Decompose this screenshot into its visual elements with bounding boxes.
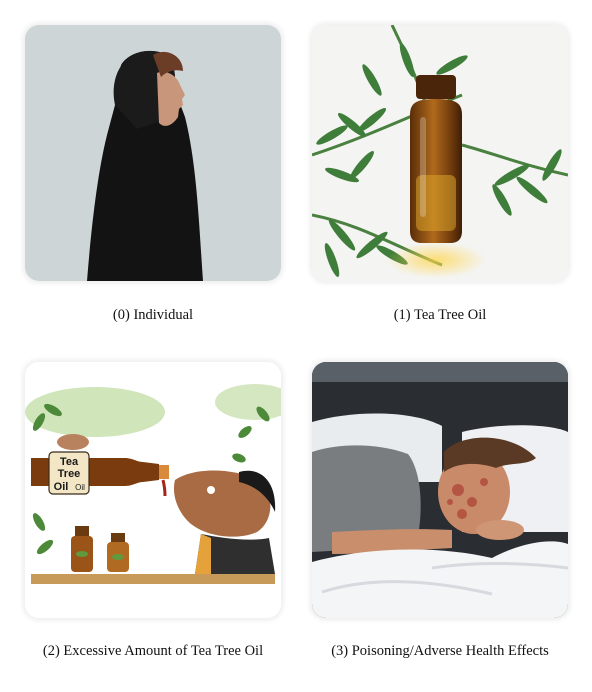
caption-individual: (0) Individual	[112, 307, 194, 323]
bottle-label-oil: Oil	[54, 481, 69, 493]
drinking-oil-cartoon: Tea Tree Oil Oil	[25, 362, 281, 618]
bottle-label-oil-small: Oil	[75, 483, 85, 492]
image-individual	[25, 25, 281, 281]
caption-tea-tree-oil: (1) Tea Tree Oil	[393, 307, 487, 323]
oil-bottle-image	[312, 25, 568, 281]
image-tea-tree-oil	[312, 25, 568, 281]
hooded-person-image	[25, 25, 281, 281]
bottle-label-tea: Tea	[60, 456, 79, 468]
caption-excessive-oil: (2) Excessive Amount of Tea Tree Oil	[42, 643, 264, 659]
image-excessive-oil: Tea Tree Oil Oil	[25, 362, 281, 618]
caption-poisoning: (3) Poisoning/Adverse Health Effects	[331, 643, 549, 659]
sick-person-image	[312, 362, 568, 618]
bottle-label-tree: Tree	[58, 468, 81, 480]
image-poisoning	[312, 362, 568, 618]
